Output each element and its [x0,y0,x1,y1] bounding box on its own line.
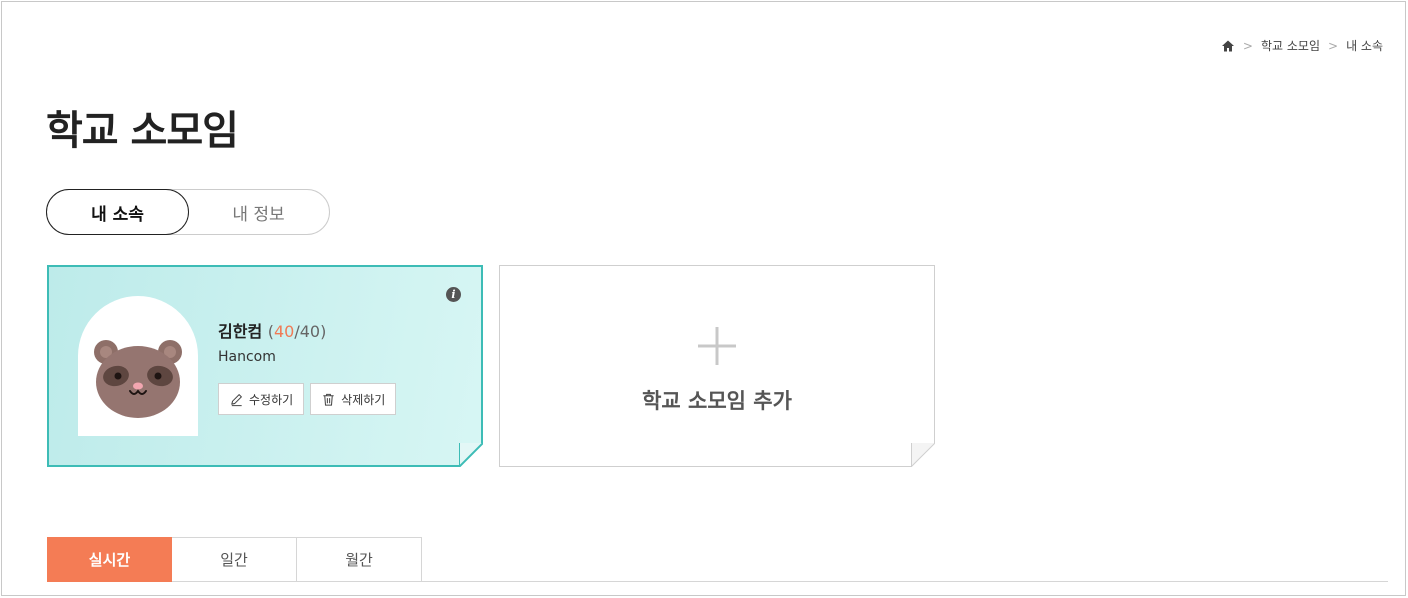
member-count-current: 40 [274,322,295,341]
trash-icon [323,393,334,406]
plus-icon [698,327,736,365]
info-icon[interactable]: i [446,287,461,302]
school-name: Hancom [218,349,276,365]
member-count: (40/40) [267,322,327,341]
page-frame: > 학교 소모임 > 내 소속 학교 소모임 내 소속 내 정보 i 김한컴 (… [1,1,1406,596]
delete-button-label: 삭제하기 [341,392,386,407]
add-club-label: 학교 소모임 추가 [642,389,792,413]
club-member-name: 김한컴 (40/40) [218,318,326,342]
period-tabs: 실시간 일간 월간 [47,537,422,582]
edit-button[interactable]: 수정하기 [218,383,305,415]
raccoon-avatar-icon [94,340,182,418]
edit-button-label: 수정하기 [249,392,294,407]
member-count-max: 40 [299,322,321,341]
club-card: i 김한컴 (40/40) Hancom 수정하기 삭제하기 [47,265,483,467]
page-title: 학교 소모임 [46,108,239,154]
page-fold-corner [911,443,935,467]
avatar [78,296,198,436]
view-segment-control: 내 소속 내 정보 [46,189,330,235]
tab-my-affiliation[interactable]: 내 소속 [46,189,189,235]
add-club-card[interactable]: 학교 소모임 추가 [499,265,935,467]
breadcrumb: > 학교 소모임 > 내 소속 [1221,37,1383,54]
tab-daily[interactable]: 일간 [172,537,297,582]
breadcrumb-item-club[interactable]: 학교 소모임 [1261,37,1320,54]
breadcrumb-separator: > [1242,38,1253,53]
home-icon[interactable] [1221,39,1235,53]
delete-button[interactable]: 삭제하기 [310,383,397,415]
breadcrumb-item-current: 내 소속 [1346,39,1383,53]
pencil-icon [231,393,242,406]
tab-realtime[interactable]: 실시간 [47,537,172,582]
member-name-text: 김한컴 [218,322,263,341]
tab-monthly[interactable]: 월간 [297,537,422,582]
card-actions: 수정하기 삭제하기 [218,383,397,415]
breadcrumb-separator: > [1328,38,1339,53]
tabs-divider [421,581,1388,582]
page-fold-corner [459,443,483,467]
tab-my-info[interactable]: 내 정보 [188,190,329,234]
